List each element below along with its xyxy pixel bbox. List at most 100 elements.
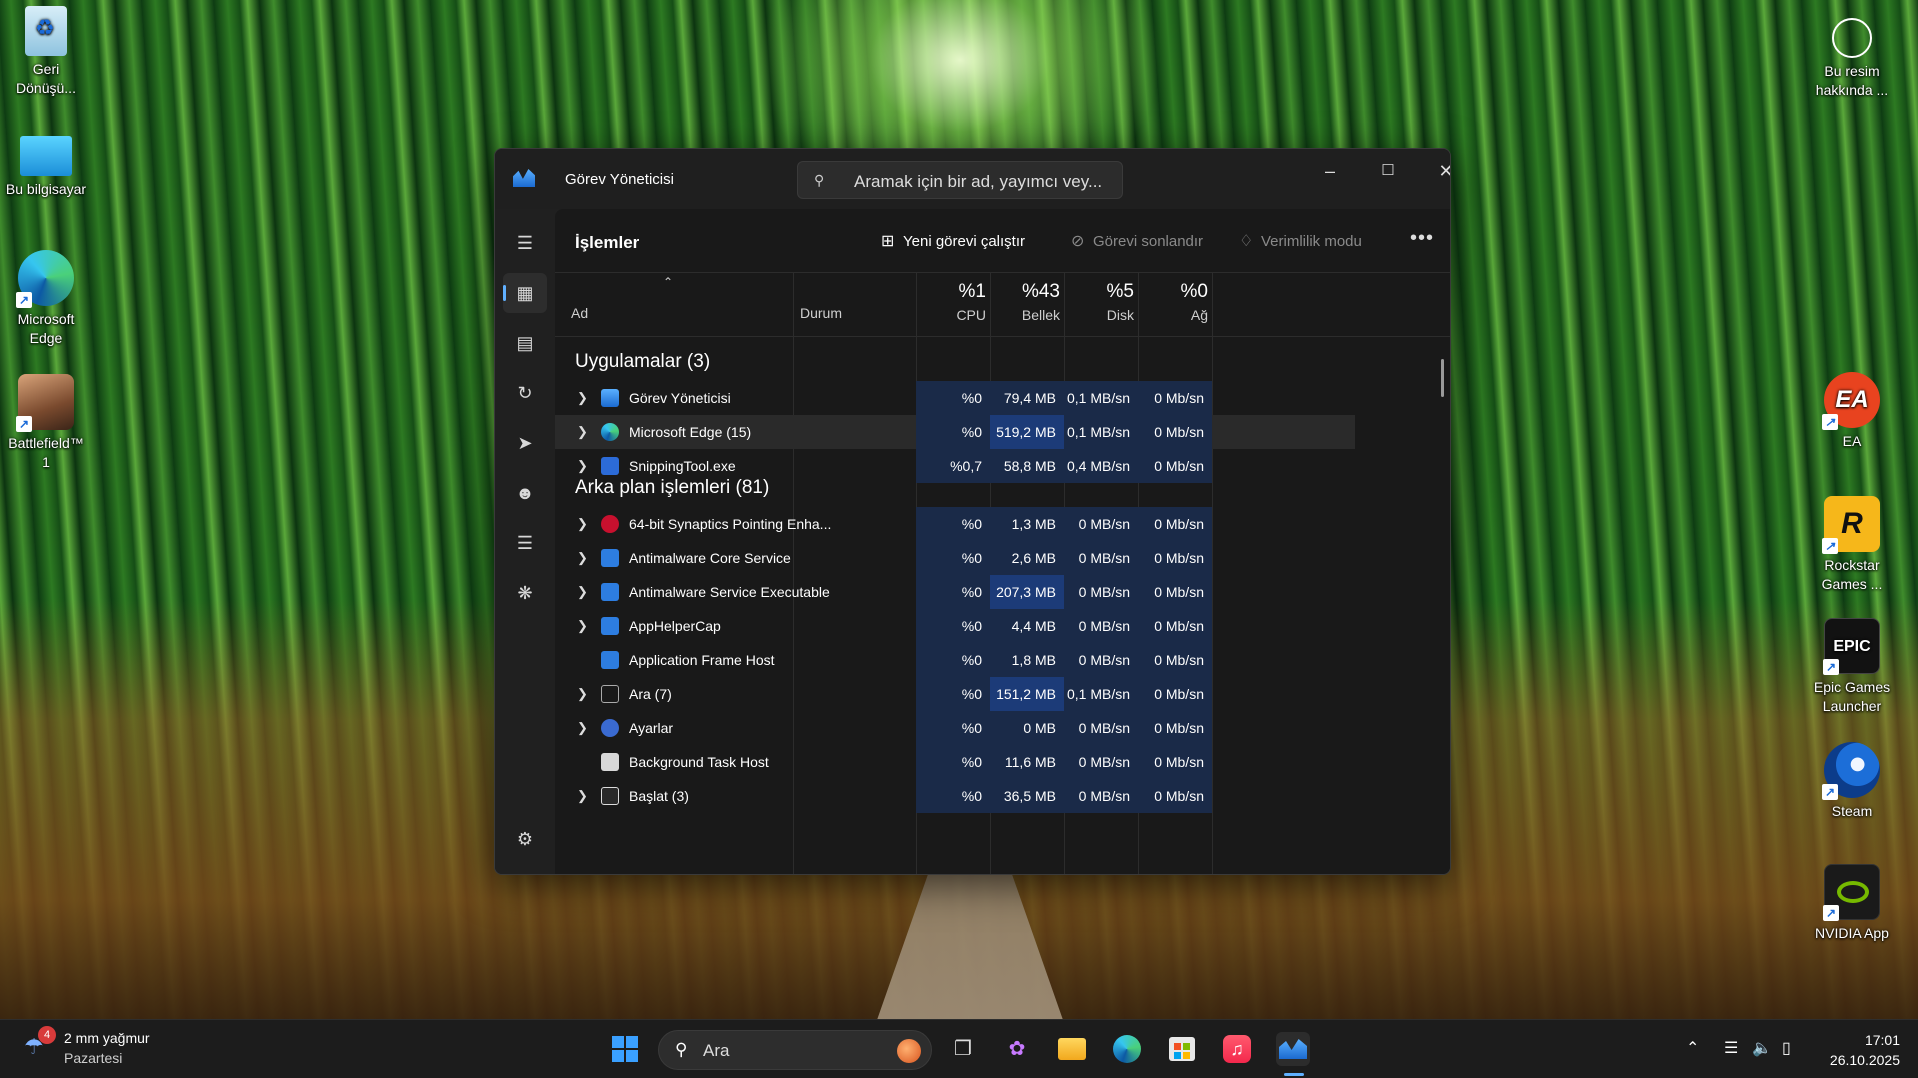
process-row[interactable]: ❯ SnippingTool.exe %0,7 58,8 MB 0,4 MB/sn 0 M… [555,449,1355,483]
memory-label: Bellek [1021,307,1060,323]
column-name-header[interactable]: Ad [571,305,588,321]
nav-app-history-icon[interactable]: ↻ [503,373,547,413]
wifi-icon[interactable]: ☰ [1724,1038,1738,1058]
volume-icon[interactable]: 🔈 [1752,1038,1772,1058]
column-network-header[interactable]: %0 Ağ [1140,281,1208,325]
edge-taskbar-icon[interactable] [1110,1032,1144,1066]
process-name: Application Frame Host [629,652,775,668]
rockstar-icon: R ↗ [1822,496,1880,554]
process-search-input[interactable]: ⚲ Aramak için bir ad, yayımcı vey... [797,161,1123,199]
process-row[interactable]: ❯ AppHelperCap %0 4,4 MB 0 MB/sn 0 Mb/sn [555,609,1355,643]
process-disk-value: 0 MB/sn [1064,745,1138,779]
expand-chevron-icon[interactable]: ❯ [577,788,588,804]
process-net-value: 0 Mb/sn [1138,415,1212,449]
title-bar[interactable]: Görev Yöneticisi ⚲ Aramak için bir ad, y… [495,149,1450,209]
expand-chevron-icon[interactable]: ❯ [577,458,588,474]
leaf-icon: ♢ [1239,233,1254,250]
column-disk-header[interactable]: %5 Disk [1066,281,1134,325]
process-row[interactable]: ❯AyarlarII%00 MB0 MB/sn0 Mb/sn [555,711,1355,745]
start-button[interactable] [608,1032,642,1066]
hamburger-menu-button[interactable]: ☰ [503,223,547,263]
process-row[interactable]: ❯ Antimalware Service Executable %0 207,3 M… [555,575,1355,609]
desktop-icon-recycle-bin[interactable]: ♻ Geri Dönüşü... [0,6,92,98]
process-row[interactable]: ❯Başlat (3)II%036,5 MB0 MB/sn0 Mb/sn [555,779,1355,813]
processes-panel: İşlemler ⊞ Yeni görevi çalıştır ⊘ Görevi s… [555,209,1450,874]
expand-chevron-icon[interactable]: ❯ [577,516,588,532]
nav-users-icon[interactable]: ☻ [503,473,547,513]
process-name: Başlat (3) [629,788,689,804]
nav-details-icon[interactable]: ☰ [503,523,547,563]
close-button[interactable]: ✕ [1423,157,1450,185]
desktop-icon-rockstar[interactable]: R ↗ Rockstar Games ... [1806,496,1898,594]
process-net-value: 0 Mb/sn [1138,677,1212,711]
battlefield-icon: ↗ [16,374,74,432]
column-memory-header[interactable]: %43 Bellek [992,281,1060,325]
process-row[interactable]: ❯Microsoft Edge (15)❦%0519,2 MB0,1 MB/sn… [555,415,1355,449]
desktop-icon-epic-games[interactable]: EPIC ↗ Epic Games Launcher [1806,618,1898,716]
battery-icon[interactable]: ▯ [1782,1038,1791,1058]
show-hidden-icons-button[interactable]: ⌃ [1686,1038,1699,1058]
antimalware-icon [601,549,619,567]
expand-chevron-icon[interactable]: ❯ [577,584,588,600]
taskbar-search-label: Ara [703,1041,730,1060]
nav-services-icon[interactable]: ❋ [503,573,547,613]
process-row[interactable]: ❯ Görev Yöneticisi %0 79,4 MB 0,1 MB/sn 0 Mb/… [555,381,1355,415]
microsoft-store-icon[interactable] [1165,1032,1199,1066]
file-explorer-icon[interactable] [1055,1032,1089,1066]
shortcut-arrow-icon: ↗ [1823,659,1839,675]
nav-processes-icon[interactable]: ▦ [503,273,547,313]
process-mem-value: 36,5 MB [990,779,1064,813]
process-row[interactable]: Application Frame Host %0 1,8 MB 0 MB/sn 0 M… [555,643,1355,677]
end-task-button[interactable]: ⊘ Görevi sonlandır [1071,231,1203,251]
column-cpu-header[interactable]: %1 CPU [918,281,986,325]
clock-date: 26.10.2025 [1829,1052,1900,1068]
process-row[interactable]: Background Task Host %0 11,6 MB 0 MB/sn 0 Mb… [555,745,1355,779]
search-icon: ⚲ [814,172,825,188]
process-cpu-value: %0,7 [916,449,990,483]
desktop-icon-nvidia[interactable]: ↗ NVIDIA App [1806,864,1898,943]
process-row[interactable]: ❯ Ara (7) %0 151,2 MB 0,1 MB/sn 0 Mb/sn [555,677,1355,711]
expand-chevron-icon[interactable]: ❯ [577,618,588,634]
clock[interactable]: 17:01 26.10.2025 [1820,1030,1900,1070]
expand-chevron-icon[interactable]: ❯ [577,390,588,406]
nav-performance-icon[interactable]: ▤ [503,323,547,363]
task-manager-taskbar-icon[interactable] [1276,1032,1310,1066]
process-cpu-value: %0 [916,711,990,745]
maximize-button[interactable]: ☐ [1365,157,1411,185]
desktop-icon-battlefield[interactable]: ↗ Battlefield™ 1 [0,374,92,472]
process-net-value: 0 Mb/sn [1138,507,1212,541]
efficiency-mode-button[interactable]: ♢ Verimlilik modu [1239,231,1362,251]
scrollbar-thumb[interactable] [1441,359,1444,397]
process-cpu-value: %0 [916,381,990,415]
nav-settings-icon[interactable]: ⚙ [503,819,547,859]
process-row[interactable]: ❯ 64-bit Synaptics Pointing Enha... %0 1,3 … [555,507,1355,541]
desktop-icon-edge[interactable]: ↗ Microsoft Edge [0,250,92,348]
process-disk-value: 0,4 MB/sn [1064,449,1138,483]
expand-chevron-icon[interactable]: ❯ [577,686,588,702]
computer-icon [20,136,72,176]
page-title: İşlemler [575,233,640,252]
more-options-button[interactable]: ••• [1410,227,1434,250]
desktop-icon-image-info[interactable]: Bu resim hakkında ... [1806,14,1898,100]
nav-startup-apps-icon[interactable]: ➤ [503,423,547,463]
desktop-icon-steam[interactable]: ↗ Steam [1806,742,1898,821]
expand-chevron-icon[interactable]: ❯ [577,720,588,736]
task-view-button[interactable]: ❐ [946,1032,980,1066]
column-status-header[interactable]: Durum [800,305,842,321]
taskbar-search-box[interactable]: ⚲ Ara [658,1030,932,1070]
edge-icon: ↗ [16,250,74,308]
run-new-task-button[interactable]: ⊞ Yeni görevi çalıştır [881,231,1025,251]
expand-chevron-icon[interactable]: ❯ [577,424,588,440]
desktop-icon-this-pc[interactable]: Bu bilgisayar [0,130,92,199]
task-host-icon [601,753,619,771]
nav-sidebar: ☰ ▦ ▤ ↻ ➤ ☻ ☰ ❋ ⚙ [495,209,555,874]
expand-chevron-icon[interactable]: ❯ [577,550,588,566]
copilot-icon[interactable]: ✿ [1000,1032,1034,1066]
process-row[interactable]: ❯ Antimalware Core Service %0 2,6 MB 0 MB/sn… [555,541,1355,575]
minimize-button[interactable]: – [1307,157,1353,185]
task-manager-logo-icon [513,169,535,187]
apple-music-icon[interactable]: ♫ [1220,1032,1254,1066]
process-mem-value: 58,8 MB [990,449,1064,483]
desktop-icon-ea[interactable]: EA ↗ EA [1806,372,1898,451]
process-cpu-value: %0 [916,643,990,677]
